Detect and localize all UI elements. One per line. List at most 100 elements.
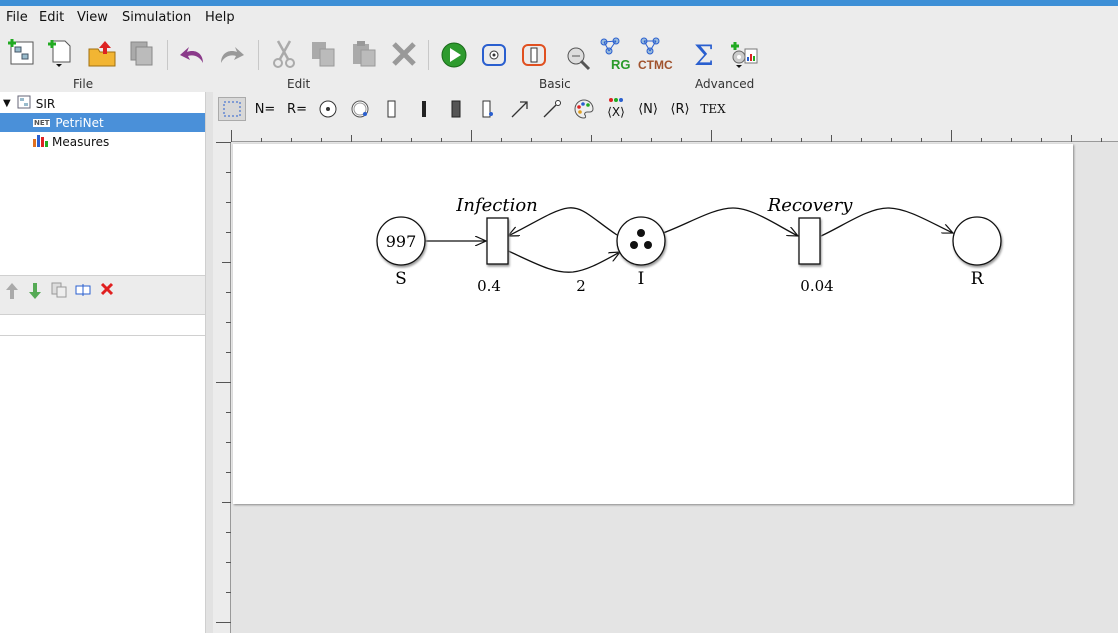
ctmc-button[interactable]: CTMC (636, 36, 674, 72)
delete-button[interactable] (388, 38, 420, 70)
token (644, 241, 652, 249)
tree-label-sir: SIR (35, 96, 56, 111)
move-up-arrow-icon[interactable] (5, 282, 19, 304)
menu-file[interactable]: File (6, 10, 28, 25)
transition-recovery[interactable] (798, 217, 821, 265)
paste-button[interactable] (348, 38, 380, 70)
panel-splitter[interactable] (205, 92, 213, 633)
arrow-arc-icon (511, 101, 528, 118)
svg-text:CTMC: CTMC (638, 58, 673, 72)
general-transition-tool-button[interactable] (476, 97, 500, 121)
properties-panel (0, 335, 205, 633)
inhibitor-arc-tool-button[interactable] (540, 97, 564, 121)
immediate-transition-tool-button[interactable] (380, 97, 404, 121)
r-param-button[interactable]: ⟨R⟩ (667, 97, 693, 121)
play-simulation-button[interactable] (438, 39, 470, 71)
vertical-ruler (213, 142, 231, 633)
ctmc-graph-icon: CTMC (638, 37, 673, 72)
measures-sigma-button[interactable]: Σ (689, 38, 721, 70)
empty-transition-icon (387, 100, 396, 118)
rg-graph-icon: RG (600, 37, 631, 72)
place-tool-button[interactable] (316, 97, 340, 121)
general-transition-icon (482, 100, 493, 118)
n-param-button[interactable]: ⟨N⟩ (635, 97, 661, 121)
menu-help[interactable]: Help (205, 10, 235, 25)
new-project-button[interactable] (6, 36, 38, 68)
svg-text:Σ: Σ (694, 39, 714, 69)
collapse-triangle-icon[interactable]: ▼ (3, 98, 11, 109)
sigma-icon: Σ (694, 39, 714, 69)
transition-tool-button[interactable] (518, 39, 550, 71)
measure-tool-button[interactable] (562, 41, 594, 73)
duplicate-icon[interactable] (51, 282, 67, 302)
remove-x-icon[interactable] (99, 281, 115, 301)
add-measure-button[interactable] (728, 38, 760, 70)
petri-net-sheet[interactable]: 997 S I R Infection 0.4 Recovery 0.04 2 (233, 144, 1073, 504)
play-icon (441, 42, 467, 68)
delete-x-icon (392, 42, 416, 66)
tree-label-measures: Measures (52, 134, 110, 149)
select-tool-button[interactable] (218, 97, 246, 121)
place-s-label: S (395, 269, 407, 289)
place-s-tokens: 997 (386, 232, 417, 251)
menu-edit[interactable]: Edit (39, 10, 64, 25)
inhibitor-arc-icon (543, 100, 561, 118)
arc-tool-button[interactable] (508, 97, 532, 121)
black-transition-tool-button[interactable] (412, 97, 436, 121)
editor-toolbar: N= R= ⟨X⟩ ⟨N⟩ ⟨R⟩ TEX (213, 92, 1118, 126)
dark-transition-tool-button[interactable] (444, 97, 468, 121)
constant-r-button[interactable]: R= (285, 97, 309, 121)
transition-cycle-icon (522, 44, 546, 66)
cut-button[interactable] (268, 38, 300, 70)
open-button[interactable] (86, 38, 118, 70)
new-document-icon (48, 40, 71, 67)
arc-infection-i[interactable] (505, 249, 620, 273)
group-label-edit: Edit (287, 77, 311, 91)
horizontal-ruler (231, 126, 1118, 142)
net-badge-icon: NET (33, 118, 51, 127)
menu-simulation[interactable]: Simulation (122, 10, 191, 25)
colored-place-icon (351, 100, 369, 118)
new-document-button[interactable] (44, 36, 76, 68)
save-all-button[interactable] (127, 38, 159, 70)
menu-view[interactable]: View (77, 10, 108, 25)
transition-infection-rate: 0.4 (477, 277, 501, 295)
move-down-arrow-icon[interactable] (28, 282, 42, 304)
main-toolbar: RG CTMC Σ File Edit Basic Advanced (0, 30, 1118, 92)
reachability-graph-button[interactable]: RG (598, 36, 634, 72)
arc-weight-label: 2 (576, 277, 586, 295)
scissors-icon (273, 40, 295, 68)
transition-recovery-label: Recovery (767, 195, 854, 216)
open-folder-icon (88, 41, 116, 67)
group-label-basic: Basic (539, 77, 571, 91)
token-game-button[interactable] (478, 39, 510, 71)
transition-infection-label: Infection (455, 195, 538, 216)
tree-item-sir[interactable]: ▼ SIR (0, 94, 205, 113)
editor-canvas[interactable]: 997 S I R Infection 0.4 Recovery 0.04 2 (231, 142, 1118, 633)
place-r[interactable] (952, 216, 1002, 266)
place-i[interactable] (616, 216, 666, 266)
place-r-label: R (971, 269, 985, 289)
undo-icon (180, 47, 203, 63)
transition-recovery-rate: 0.04 (800, 277, 833, 295)
place-i-label: I (638, 269, 645, 289)
color-palette-button[interactable] (572, 97, 596, 121)
dark-transition-icon (451, 100, 461, 118)
tree-actions-bar (0, 275, 205, 315)
colored-place-tool-button[interactable] (348, 97, 372, 121)
transition-infection[interactable] (486, 217, 509, 265)
tree-item-measures[interactable]: Measures (0, 132, 205, 151)
redo-button[interactable] (216, 38, 248, 70)
group-label-file: File (73, 77, 94, 91)
tex-button[interactable]: TEX (699, 97, 727, 121)
constant-n-button[interactable]: N= (253, 97, 277, 121)
variable-tool-button[interactable]: ⟨X⟩ (603, 97, 629, 121)
undo-button[interactable] (176, 38, 208, 70)
rename-icon[interactable] (75, 282, 91, 302)
svg-text:RG: RG (611, 57, 631, 72)
tree-label-petrinet: PetriNet (55, 115, 104, 130)
caliper-icon (567, 47, 591, 71)
petri-net-diagram[interactable]: 997 S I R Infection 0.4 Recovery 0.04 2 (233, 144, 1073, 504)
copy-button[interactable] (308, 38, 340, 70)
tree-item-petrinet[interactable]: NET PetriNet (0, 113, 205, 132)
